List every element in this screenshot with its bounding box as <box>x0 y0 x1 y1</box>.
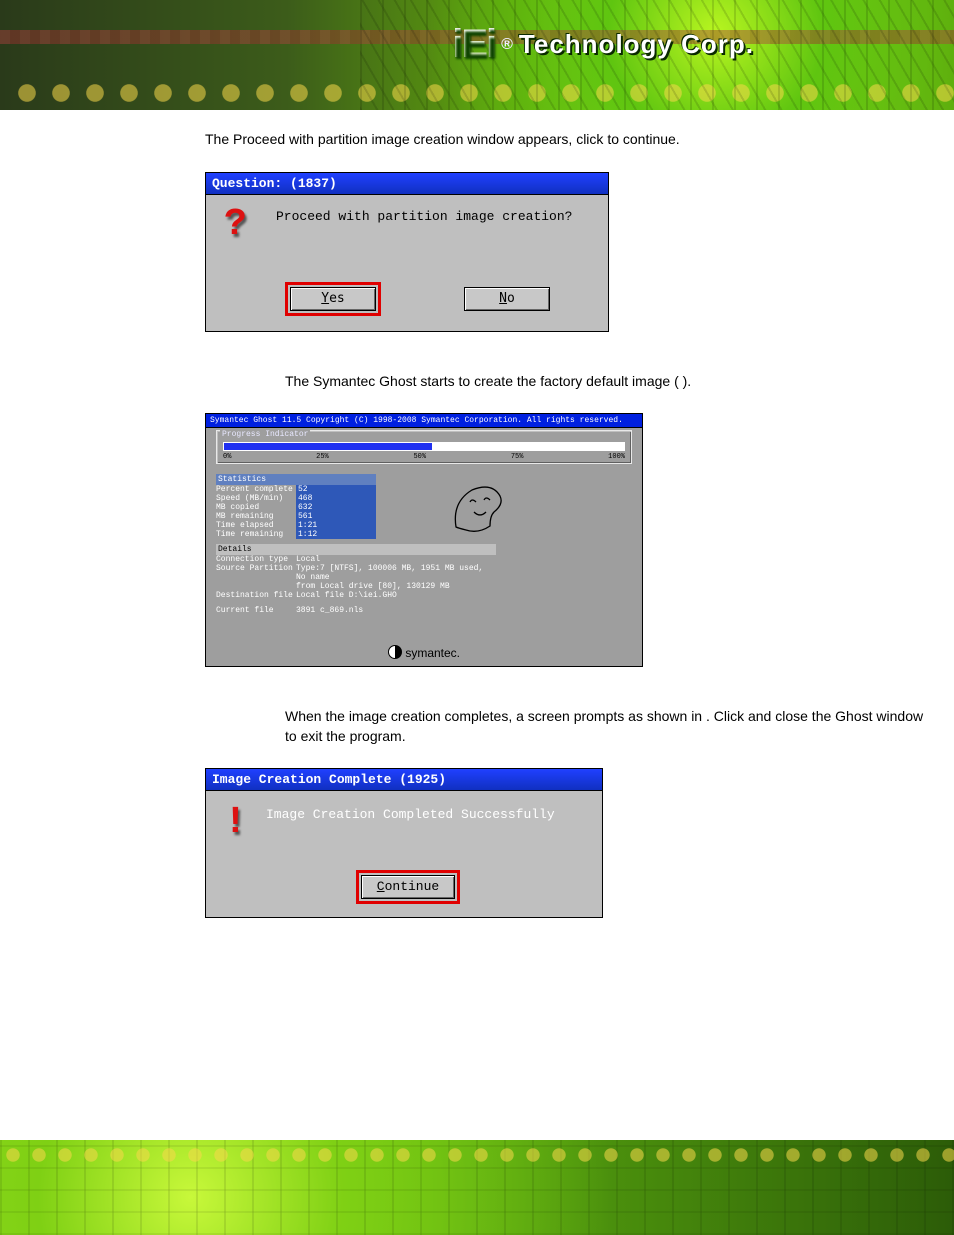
ghost-window: Symantec Ghost 11.5 Copyright (C) 1998-2… <box>205 413 643 667</box>
stat-label: Time elapsed <box>216 521 296 530</box>
ghost-title-bar: Symantec Ghost 11.5 Copyright (C) 1998-2… <box>206 414 642 428</box>
text-fragment: to continue. <box>607 131 679 147</box>
yes-button[interactable]: Yes <box>290 287 376 311</box>
stat-value: 561 <box>296 512 376 521</box>
det-value: Local <box>296 555 496 564</box>
det-value: Local file D:\iei.GHO <box>296 591 496 600</box>
ghost-face-icon <box>446 482 506 537</box>
text-fragment: The Symantec Ghost starts to create the … <box>285 373 679 389</box>
scale-tick: 25% <box>316 453 329 461</box>
stat-label: Speed (MB/min) <box>216 494 296 503</box>
page-content: The Proceed with partition image creatio… <box>205 130 925 948</box>
ghost-details: Details Connection typeLocal Source Part… <box>216 544 496 615</box>
progress-scale: 0% 25% 50% 75% 100% <box>223 453 625 461</box>
text-fragment: When the image creation completes, a scr… <box>285 708 706 724</box>
stat-value: 1:21 <box>296 521 376 530</box>
stat-value: 52 <box>296 485 376 494</box>
decorative-dots <box>0 1142 954 1172</box>
stat-label: Time remaining <box>216 530 296 539</box>
progress-label: Progress Indicator <box>220 430 310 439</box>
text-fragment: . Click <box>706 708 748 724</box>
figure-complete-dialog: Image Creation Complete (1925) ! Image C… <box>205 768 925 918</box>
question-mark-icon <box>224 203 256 243</box>
text-fragment: The Proceed with partition image creatio… <box>205 131 607 147</box>
btn-rest: es <box>329 291 345 306</box>
scale-tick: 50% <box>413 453 426 461</box>
underline-char: Y <box>321 291 329 306</box>
progress-bar <box>223 442 625 451</box>
dialog-message: Proceed with partition image creation? <box>276 209 572 224</box>
logo-text: iEi <box>452 22 495 66</box>
complete-dialog: Image Creation Complete (1925) ! Image C… <box>205 768 603 918</box>
footer-banner <box>0 1140 954 1235</box>
det-label: Source Partition <box>216 564 296 582</box>
dialog-message: Image Creation Completed Successfully <box>266 807 555 822</box>
dialog-title: Question: (1837) <box>206 173 608 195</box>
exclamation-icon: ! <box>224 801 247 844</box>
no-button[interactable]: No <box>464 287 550 311</box>
symantec-logo: symantec. <box>206 645 642 660</box>
stat-value: 468 <box>296 494 376 503</box>
header-banner: iEi ® Technology Corp. <box>0 0 954 110</box>
logo-suffix: Technology Corp. <box>519 29 754 60</box>
btn-rest: ontinue <box>385 879 440 894</box>
figure-ghost-window: Symantec Ghost 11.5 Copyright (C) 1998-2… <box>205 413 925 667</box>
det-label <box>216 582 296 591</box>
details-header: Details <box>216 544 496 555</box>
symantec-swirl-icon <box>388 645 402 659</box>
underline-char: N <box>499 291 507 306</box>
progress-fill <box>224 443 432 450</box>
stats-header: Statistics <box>216 474 376 485</box>
registered-mark: ® <box>501 36 513 54</box>
det-label: Destination file <box>216 591 296 600</box>
ghost-statistics: Statistics Percent complete52 Speed (MB/… <box>216 474 376 539</box>
step-13-text: When the image creation completes, a scr… <box>285 707 925 746</box>
det-value: Type:7 [NTFS], 100006 MB, 1951 MB used, … <box>296 564 496 582</box>
progress-indicator-box: Progress Indicator 0% 25% 50% 75% 100% <box>216 430 632 464</box>
scale-tick: 75% <box>511 453 524 461</box>
stat-label: Percent complete <box>216 485 296 494</box>
stat-label: MB copied <box>216 503 296 512</box>
underline-char: C <box>377 879 385 894</box>
det-value: from Local drive [80], 130129 MB <box>296 582 496 591</box>
stat-value: 1:12 <box>296 530 376 539</box>
step-11-text: The Proceed with partition image creatio… <box>205 130 925 150</box>
stat-label: MB remaining <box>216 512 296 521</box>
det-label: Connection type <box>216 555 296 564</box>
text-fragment: ). <box>683 373 692 389</box>
figure-question-dialog: Question: (1837) Proceed with partition … <box>205 172 925 332</box>
step-12-text: The Symantec Ghost starts to create the … <box>285 372 925 392</box>
symantec-text: symantec. <box>405 646 460 660</box>
btn-rest: o <box>507 291 515 306</box>
dialog-title: Image Creation Complete (1925) <box>206 769 602 791</box>
det-label: Current file <box>216 606 296 615</box>
scale-tick: 100% <box>608 453 625 461</box>
question-dialog: Question: (1837) Proceed with partition … <box>205 172 609 332</box>
det-value: 3891 c_869.nls <box>296 606 496 615</box>
decorative-dots <box>10 66 954 106</box>
continue-button[interactable]: Continue <box>361 875 455 899</box>
brand-logo: iEi ® Technology Corp. <box>452 22 754 67</box>
scale-tick: 0% <box>223 453 231 461</box>
stat-value: 632 <box>296 503 376 512</box>
